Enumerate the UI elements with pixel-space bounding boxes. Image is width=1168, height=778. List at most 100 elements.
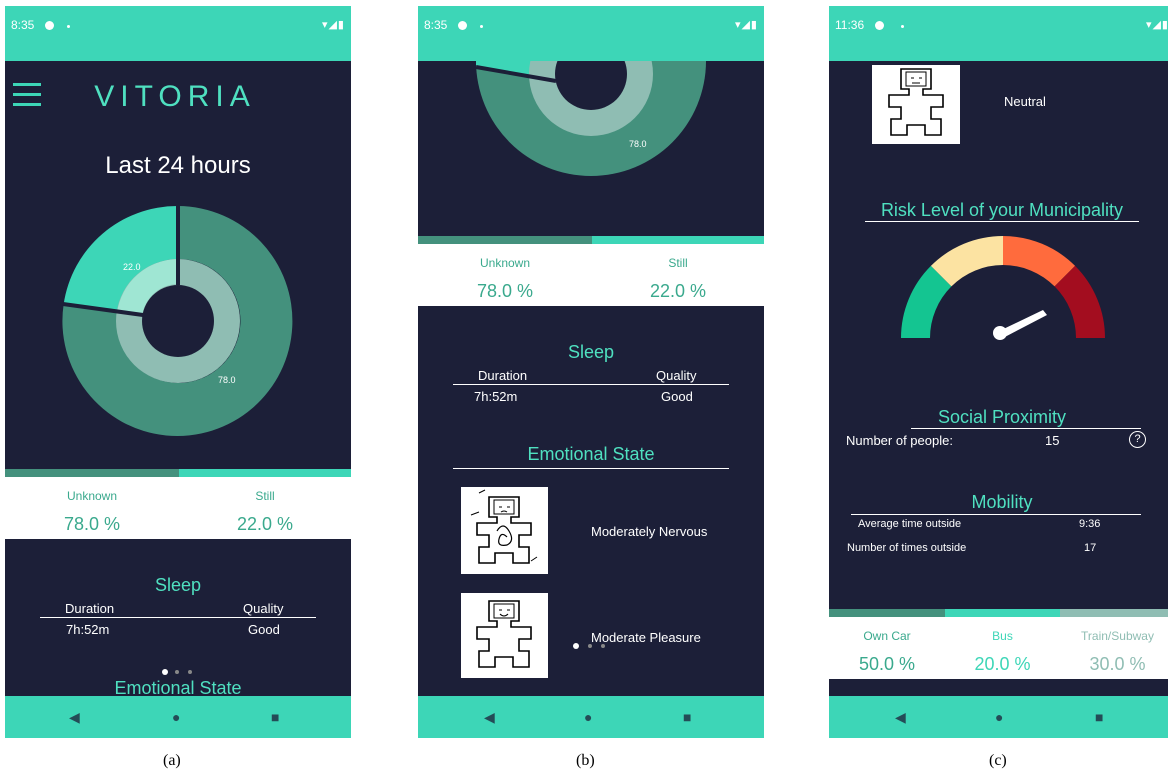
back-triangle-icon[interactable]: ◀ bbox=[484, 709, 495, 725]
still-bar bbox=[179, 469, 351, 477]
status-bar: 8:35 ▾◢▮ bbox=[5, 6, 351, 61]
navigation-bar: ◀ ● ■ bbox=[829, 696, 1168, 738]
sleep-quality-label: Quality bbox=[656, 368, 697, 383]
activity-value-still: 22.0 % bbox=[236, 514, 294, 534]
status-time: 8:35 bbox=[11, 18, 35, 32]
sleep-duration-label: Duration bbox=[478, 368, 528, 383]
transport-label-bus: Bus bbox=[992, 629, 1013, 643]
app-title: VITORIA bbox=[94, 80, 256, 113]
period-title: Last 24 hours bbox=[105, 152, 251, 179]
sleep-quality-value: Good bbox=[248, 622, 280, 637]
pleasure-emotion-icon[interactable] bbox=[461, 593, 548, 678]
activity-label-still: Still bbox=[668, 256, 688, 270]
notification-dot-icon bbox=[480, 25, 483, 28]
mobility-title: Mobility bbox=[971, 492, 1033, 512]
navigation-bar: ◀ ● ■ bbox=[418, 696, 764, 738]
neutral-emotion-icon[interactable] bbox=[872, 65, 960, 144]
risk-divider bbox=[865, 221, 1139, 222]
phone-screen-b: 8:35 ▾◢▮ 78.0 Unknown Still 78.0 % 22.0 … bbox=[418, 6, 764, 738]
emotional-divider bbox=[453, 468, 729, 469]
navigation-bar: ◀ ● ■ bbox=[5, 696, 351, 738]
donut-hole bbox=[142, 285, 214, 357]
unknown-bar bbox=[418, 236, 592, 244]
risk-level-title: Risk Level of your Municipality bbox=[880, 200, 1124, 220]
home-circle-icon[interactable]: ● bbox=[995, 709, 1003, 725]
caption-b: (b) bbox=[576, 752, 595, 769]
unknown-bar bbox=[5, 469, 179, 477]
help-icon[interactable]: ? bbox=[1129, 431, 1146, 448]
back-triangle-icon[interactable]: ◀ bbox=[895, 709, 906, 725]
recents-square-icon[interactable]: ■ bbox=[271, 709, 279, 725]
status-bar: 11:36 ▾◢▮ bbox=[829, 6, 1168, 61]
home-circle-icon[interactable]: ● bbox=[172, 709, 180, 725]
back-triangle-icon[interactable]: ◀ bbox=[69, 709, 80, 725]
activity-donut-chart[interactable]: 78.0 bbox=[418, 61, 764, 236]
notification-dot-icon bbox=[67, 25, 70, 28]
still-bar bbox=[592, 236, 764, 244]
sleep-quality-label: Quality bbox=[243, 601, 284, 616]
activity-value-unknown: 78.0 % bbox=[476, 281, 534, 301]
transport-label-car: Own Car bbox=[863, 629, 911, 643]
signal-battery-icon: ▾◢▮ bbox=[734, 19, 758, 31]
transport-value-bus: 20.0 % bbox=[974, 654, 1031, 674]
nervous-emotion-icon[interactable] bbox=[461, 487, 548, 574]
recents-square-icon[interactable]: ■ bbox=[683, 709, 691, 725]
donut-label-still: 22.0 bbox=[123, 262, 141, 272]
caption-a: (a) bbox=[163, 752, 181, 769]
notification-icon bbox=[45, 21, 54, 30]
sleep-duration-value: 7h:52m bbox=[66, 622, 110, 637]
status-time: 8:35 bbox=[424, 18, 448, 32]
activity-label-unknown: Unknown bbox=[66, 489, 118, 503]
emotion-label-nervous: Moderately Nervous bbox=[591, 524, 708, 539]
recents-square-icon[interactable]: ■ bbox=[1095, 709, 1103, 725]
own-car-bar bbox=[829, 609, 945, 617]
sleep-divider bbox=[453, 384, 729, 385]
phone-screen-a: 8:35 ▾◢▮ VITORIA Last 24 hours 22.0 78.0… bbox=[5, 6, 351, 738]
status-time: 11:36 bbox=[835, 18, 865, 32]
donut-label-unknown: 78.0 bbox=[629, 139, 647, 149]
sleep-title: Sleep bbox=[154, 575, 202, 595]
avg-time-value: 9:36 bbox=[1079, 518, 1101, 530]
people-label: Number of people: bbox=[846, 433, 953, 448]
activity-summary: Unknown Still 78.0 % 22.0 % bbox=[418, 244, 764, 306]
sleep-title: Sleep bbox=[567, 342, 615, 362]
notification-dot-icon bbox=[901, 25, 904, 28]
social-divider bbox=[911, 428, 1141, 429]
emotional-state-title: Emotional State bbox=[527, 444, 655, 464]
activity-value-unknown: 78.0 % bbox=[63, 514, 121, 534]
sleep-quality-value: Good bbox=[661, 389, 693, 404]
signal-battery-icon: ▾◢▮ bbox=[321, 19, 345, 31]
sleep-duration-label: Duration bbox=[65, 601, 115, 616]
transport-label-train: Train/Subway bbox=[1081, 629, 1154, 643]
signal-battery-icon: ▾◢▮ bbox=[1145, 19, 1168, 31]
status-bar: 8:35 ▾◢▮ bbox=[418, 6, 764, 61]
home-circle-icon[interactable]: ● bbox=[584, 709, 592, 725]
activity-summary: Unknown Still 78.0 % 22.0 % bbox=[5, 477, 351, 539]
times-outside-label: Number of times outside bbox=[847, 542, 967, 554]
activity-donut-chart[interactable]: 22.0 78.0 bbox=[5, 201, 351, 451]
emotion-label-neutral: Neutral bbox=[1004, 94, 1046, 109]
notification-icon bbox=[458, 21, 467, 30]
transport-value-train: 30.0 % bbox=[1089, 654, 1146, 674]
activity-label-still: Still bbox=[255, 489, 275, 503]
people-value: 15 bbox=[1045, 433, 1060, 448]
notification-icon bbox=[875, 21, 884, 30]
menu-icon[interactable] bbox=[13, 83, 41, 107]
risk-gauge bbox=[901, 236, 1105, 340]
donut-label-unknown: 78.0 bbox=[218, 375, 236, 385]
social-proximity-title: Social Proximity bbox=[937, 407, 1067, 427]
emotion-label-pleasure: Moderate Pleasure bbox=[591, 630, 701, 645]
times-outside-value: 17 bbox=[1084, 542, 1097, 554]
help-icon-glyph: ? bbox=[1134, 433, 1141, 445]
mobility-divider bbox=[851, 514, 1141, 515]
transport-value-car: 50.0 % bbox=[858, 654, 916, 674]
transport-summary: Own Car Bus Train/Subway 50.0 % 20.0 % 3… bbox=[829, 617, 1168, 679]
sleep-divider bbox=[40, 617, 316, 618]
caption-c: (c) bbox=[989, 752, 1007, 769]
avg-time-label: Average time outside bbox=[858, 518, 962, 530]
train-bar bbox=[1060, 609, 1168, 617]
bus-bar bbox=[945, 609, 1060, 617]
activity-value-still: 22.0 % bbox=[649, 281, 707, 301]
phone-screen-c: 11:36 ▾◢▮ Neutral Risk Level of your Mun… bbox=[829, 6, 1168, 738]
sleep-duration-value: 7h:52m bbox=[474, 389, 518, 404]
